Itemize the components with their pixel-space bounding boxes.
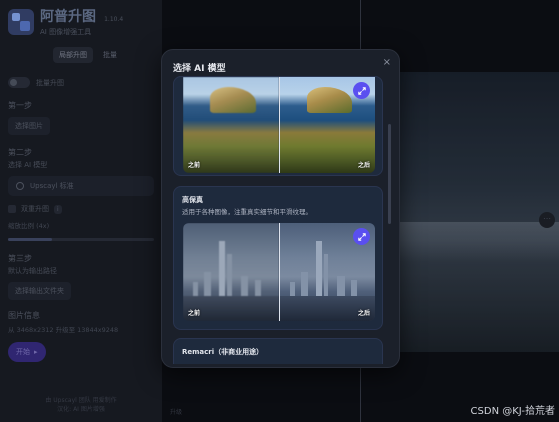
model-card[interactable]: 高保真 适用于各种图像，注重真实细节和平滑纹理。 之前 之后	[173, 186, 383, 330]
expand-icon[interactable]	[353, 82, 370, 99]
before-image	[183, 77, 279, 173]
app-window: 阿普升图 1.10.4 AI 图像增强工具 局部升图 批量 批量升图 第一步 选…	[0, 0, 559, 422]
model-card-title: 高保真	[182, 196, 203, 204]
after-tag: 之后	[357, 162, 370, 169]
before-image	[183, 223, 279, 321]
comparison-image: 之前 之后	[183, 223, 375, 321]
model-card-description: 适用于各种图像，注重真实细节和平滑纹理。	[182, 208, 312, 216]
before-tag: 之前	[188, 310, 201, 317]
modal-title: 选择 AI 模型	[173, 64, 226, 74]
close-icon[interactable]: ×	[383, 57, 391, 68]
model-card[interactable]: 之前 之后	[173, 76, 383, 176]
modal-body: 之前 之后 高保真 适用于各种图像，注重真实细节和平滑纹理。 之前 之后 Rem…	[170, 76, 388, 364]
model-card[interactable]: Remacri（非商业用途）	[173, 338, 383, 364]
model-picker-modal: 选择 AI 模型 × 之前 之后 高保真 适用于各种图像，注重真实细节和平滑纹理…	[161, 49, 400, 368]
expand-icon[interactable]	[353, 228, 370, 245]
modal-scrollbar[interactable]	[388, 124, 391, 224]
comparison-image: 之前 之后	[183, 77, 375, 173]
model-card-title: Remacri（非商业用途）	[182, 348, 264, 356]
after-tag: 之后	[357, 310, 370, 317]
watermark: CSDN @KJ-拾荒者	[470, 406, 555, 417]
before-tag: 之前	[188, 162, 201, 169]
